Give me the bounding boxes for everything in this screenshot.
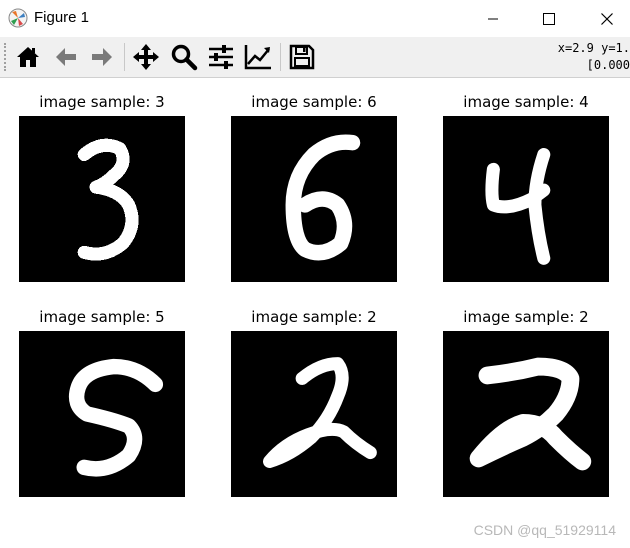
configure-subplots-button[interactable] — [205, 41, 237, 73]
digit-2b-image — [469, 357, 592, 471]
watermark: CSDN @qq_51929114 — [473, 522, 616, 538]
digit-4-image — [485, 148, 551, 265]
back-button[interactable] — [50, 41, 82, 73]
panel-title: image sample: 6 — [251, 93, 377, 111]
zoom-magnifier-icon — [171, 44, 198, 71]
digit-image[interactable] — [231, 331, 397, 497]
coordinate-line-1: x=2.9 y=1. — [557, 41, 630, 55]
edit-axes-icon — [244, 45, 271, 70]
panel-title: image sample: 5 — [39, 308, 165, 326]
digit-3-image — [77, 138, 139, 261]
navigation-toolbar: x=2.9 y=1. [0.000 — [0, 37, 630, 78]
window-title: Figure 1 — [34, 9, 90, 26]
digit-image[interactable] — [443, 331, 609, 497]
minimize-icon — [488, 18, 498, 19]
close-icon — [601, 12, 613, 25]
panel-title: image sample: 2 — [251, 308, 377, 326]
maximize-button[interactable] — [526, 0, 572, 37]
toolbar-separator — [124, 43, 125, 71]
digit-image[interactable] — [443, 116, 609, 282]
toolbar-separator — [280, 43, 281, 71]
maximize-icon — [543, 12, 555, 25]
forward-button[interactable] — [86, 41, 118, 73]
close-button[interactable] — [584, 0, 630, 37]
digit-image[interactable] — [19, 331, 185, 497]
configure-subplots-icon — [209, 45, 233, 69]
panel-title: image sample: 4 — [463, 93, 589, 111]
forward-arrow-icon — [92, 48, 112, 66]
panel-title: image sample: 2 — [463, 308, 589, 326]
digit-image[interactable] — [19, 116, 185, 282]
digit-image[interactable] — [231, 116, 397, 282]
coordinate-line-2: [0.000 — [586, 58, 630, 72]
back-arrow-icon — [56, 48, 76, 66]
digit-6-image — [285, 134, 361, 261]
cursor-coordinates: x=2.9 y=1. [0.000 — [548, 40, 630, 74]
toolbar-grip[interactable] — [4, 43, 9, 71]
home-button[interactable] — [12, 41, 44, 73]
digit-5-image — [68, 358, 164, 477]
pan-button[interactable] — [130, 41, 162, 73]
zoom-button[interactable] — [168, 41, 200, 73]
matplotlib-logo-icon — [8, 8, 28, 28]
save-disk-icon — [289, 44, 315, 70]
figure-canvas[interactable]: image sample: 3 image sample: 6 image sa… — [0, 78, 630, 548]
digit-2-image — [263, 357, 377, 468]
pan-move-icon — [133, 44, 159, 70]
window-title-bar: Figure 1 — [0, 0, 630, 37]
edit-axes-button[interactable] — [242, 41, 274, 73]
home-icon — [17, 47, 39, 67]
minimize-button[interactable] — [470, 0, 516, 37]
panel-title: image sample: 3 — [39, 93, 165, 111]
save-button[interactable] — [286, 41, 318, 73]
